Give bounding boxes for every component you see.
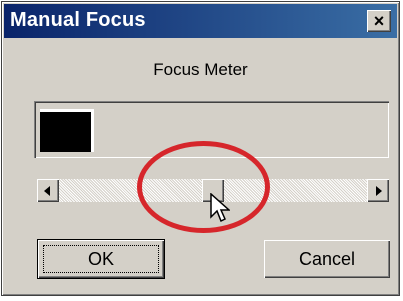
cancel-button[interactable]: Cancel — [264, 240, 390, 278]
mouse-pointer-icon — [210, 193, 230, 223]
arrow-right-icon — [376, 186, 382, 196]
ok-button[interactable]: OK — [37, 239, 165, 279]
focus-rectangle — [43, 245, 159, 273]
arrow-left-icon — [44, 186, 50, 196]
scroll-right-button[interactable] — [367, 179, 389, 202]
window-title: Manual Focus — [10, 9, 146, 31]
scroll-left-button[interactable] — [37, 179, 59, 202]
focus-meter-bar — [40, 109, 94, 152]
title-bar: Manual Focus × — [4, 4, 397, 38]
highlight-circle — [137, 141, 270, 233]
focus-meter-label: Focus Meter — [153, 60, 248, 79]
close-button[interactable]: × — [367, 10, 391, 32]
cancel-label: Cancel — [298, 248, 356, 269]
